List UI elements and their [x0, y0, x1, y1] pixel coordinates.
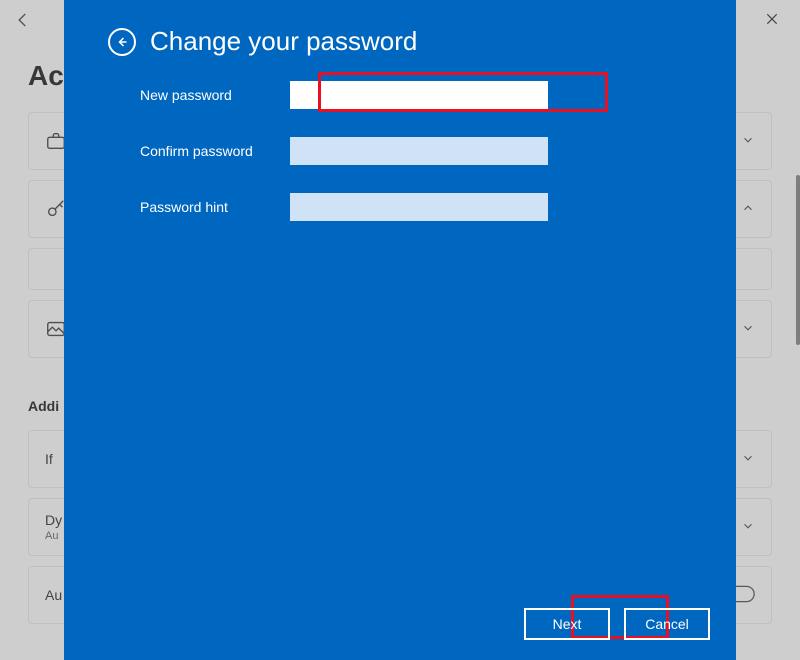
new-password-input[interactable] [290, 81, 548, 109]
chevron-up-icon [741, 201, 755, 218]
chevron-down-icon [741, 451, 755, 468]
scrollbar-thumb [796, 175, 800, 345]
chevron-down-icon [741, 519, 755, 536]
settings-row-label: Dy [45, 512, 62, 528]
back-arrow-icon [8, 5, 38, 35]
modal-title: Change your password [150, 26, 417, 57]
next-button[interactable]: Next [524, 608, 610, 640]
settings-row-label: If [45, 451, 53, 467]
chevron-down-icon [741, 321, 755, 338]
confirm-password-input[interactable] [290, 137, 548, 165]
settings-row-sublabel: Au [45, 530, 58, 542]
confirm-password-label: Confirm password [140, 143, 290, 159]
new-password-label: New password [140, 87, 290, 103]
chevron-down-icon [741, 133, 755, 150]
settings-row-label: Au [45, 587, 62, 603]
password-hint-label: Password hint [140, 199, 290, 215]
close-icon [752, 4, 792, 34]
arrow-left-icon [116, 36, 128, 48]
cancel-button[interactable]: Cancel [624, 608, 710, 640]
modal-back-button[interactable] [108, 28, 136, 56]
change-password-modal: Change your password New password Confir… [64, 0, 736, 660]
password-hint-input[interactable] [290, 193, 548, 221]
